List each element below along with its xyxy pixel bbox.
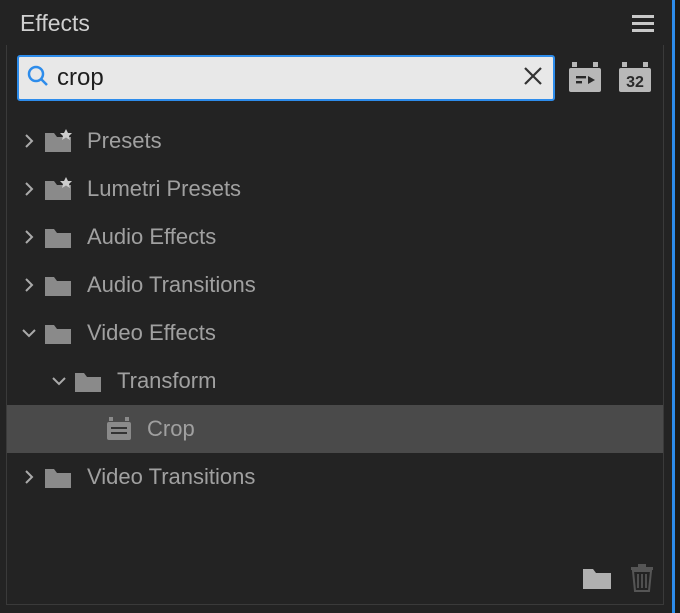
search-toolbar: 32 — [7, 45, 663, 117]
panel-header: Effects — [0, 0, 672, 45]
clear-search-icon[interactable] — [521, 64, 545, 93]
folder-icon — [43, 465, 75, 489]
tree-item-label: Crop — [147, 416, 195, 442]
search-box[interactable] — [17, 55, 555, 101]
effects-tree: Presets Lumetri Presets Audio Effects Audio… — [7, 117, 663, 501]
tree-item-label: Audio Transitions — [87, 272, 256, 298]
search-icon — [27, 65, 49, 92]
tree-row-transform[interactable]: Transform — [7, 357, 663, 405]
tree-row-video-transitions[interactable]: Video Transitions — [7, 453, 663, 501]
folder-icon — [43, 273, 75, 297]
chevron-right-icon[interactable] — [15, 181, 43, 197]
new-bin-icon[interactable] — [582, 566, 612, 595]
panel-title: Effects — [20, 10, 90, 37]
panel-footer — [582, 564, 654, 597]
search-input[interactable] — [57, 64, 521, 92]
preset-folder-icon — [43, 177, 75, 201]
tree-row-lumetri-presets[interactable]: Lumetri Presets — [7, 165, 663, 213]
chevron-right-icon[interactable] — [15, 469, 43, 485]
folder-icon — [73, 369, 105, 393]
panel-menu-icon[interactable] — [632, 15, 654, 33]
tree-item-label: Video Effects — [87, 320, 216, 346]
chevron-down-icon[interactable] — [45, 373, 73, 389]
tree-item-label: Transform — [117, 368, 216, 394]
preset-folder-icon — [43, 129, 75, 153]
tree-row-audio-effects[interactable]: Audio Effects — [7, 213, 663, 261]
panel-body: 32 Presets Lumetri Presets Audio Effects Au… — [6, 45, 664, 605]
tree-row-presets[interactable]: Presets — [7, 117, 663, 165]
folder-icon — [43, 225, 75, 249]
tree-item-label: Audio Effects — [87, 224, 216, 250]
chevron-right-icon[interactable] — [15, 133, 43, 149]
chevron-down-icon[interactable] — [15, 325, 43, 341]
svg-text:32: 32 — [626, 74, 644, 91]
tree-row-crop[interactable]: Crop — [7, 405, 663, 453]
tree-item-label: Presets — [87, 128, 162, 154]
tree-row-audio-transitions[interactable]: Audio Transitions — [7, 261, 663, 309]
folder-icon — [43, 321, 75, 345]
effect-icon — [103, 417, 135, 441]
tree-row-video-effects[interactable]: Video Effects — [7, 309, 663, 357]
delete-icon[interactable] — [630, 564, 654, 597]
chevron-right-icon[interactable] — [15, 277, 43, 293]
chevron-right-icon[interactable] — [15, 229, 43, 245]
tree-item-label: Video Transitions — [87, 464, 255, 490]
tree-item-label: Lumetri Presets — [87, 176, 241, 202]
32bit-effects-toggle[interactable]: 32 — [615, 58, 655, 98]
accelerated-effects-toggle[interactable] — [565, 58, 605, 98]
effects-panel: Effects — [0, 0, 675, 613]
